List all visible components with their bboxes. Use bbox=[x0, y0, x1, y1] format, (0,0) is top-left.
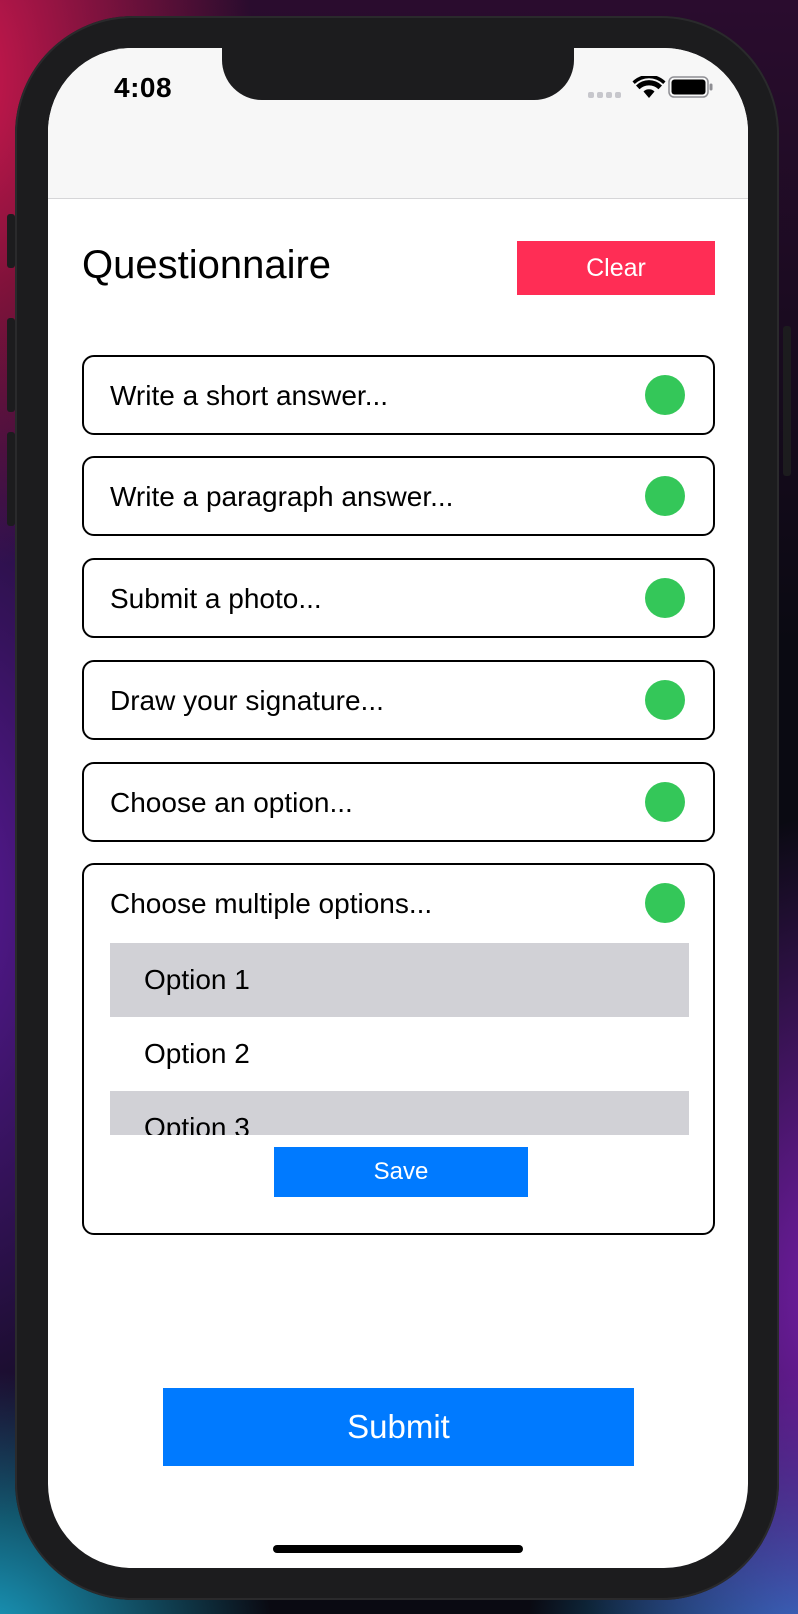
question-multiple-options: Choose multiple options... Option 1 Opti… bbox=[82, 863, 715, 1235]
question-submit-photo[interactable]: Submit a photo... bbox=[82, 558, 715, 638]
question-short-answer[interactable]: Write a short answer... bbox=[82, 355, 715, 435]
page-title: Questionnaire bbox=[82, 243, 332, 287]
home-indicator bbox=[273, 1545, 523, 1553]
question-label: Write a short answer... bbox=[110, 380, 389, 411]
battery-icon bbox=[668, 76, 713, 98]
status-time: 4:08 bbox=[114, 72, 173, 103]
option-row[interactable]: Option 3 bbox=[110, 1091, 689, 1135]
option-row[interactable]: Option 2 bbox=[110, 1017, 689, 1091]
question-label: Write a paragraph answer... bbox=[110, 481, 454, 512]
submit-button[interactable]: Submit bbox=[163, 1388, 634, 1466]
mute-switch bbox=[7, 214, 15, 268]
status-dot-icon bbox=[645, 782, 685, 822]
question-choose-option[interactable]: Choose an option... bbox=[82, 762, 715, 842]
question-label: Choose multiple options... bbox=[110, 888, 433, 919]
question-label: Choose an option... bbox=[110, 787, 353, 818]
question-paragraph-answer[interactable]: Write a paragraph answer... bbox=[82, 456, 715, 536]
status-dot-icon bbox=[645, 578, 685, 618]
option-label: Option 1 bbox=[144, 964, 250, 995]
volume-up-button bbox=[7, 318, 15, 412]
clear-button[interactable]: Clear bbox=[517, 241, 715, 295]
cellular-signal-icon bbox=[588, 92, 621, 98]
question-label: Submit a photo... bbox=[110, 583, 322, 614]
question-signature[interactable]: Draw your signature... bbox=[82, 660, 715, 740]
status-dot-icon bbox=[645, 476, 685, 516]
wifi-icon bbox=[632, 76, 666, 98]
volume-down-button bbox=[7, 432, 15, 526]
option-label: Option 3 bbox=[144, 1112, 250, 1135]
save-button[interactable]: Save bbox=[274, 1147, 528, 1197]
options-list[interactable]: Option 1 Option 2 Option 3 bbox=[110, 943, 689, 1135]
notch bbox=[222, 48, 574, 100]
option-label: Option 2 bbox=[144, 1038, 250, 1069]
status-dot-icon bbox=[645, 680, 685, 720]
status-dot-icon bbox=[645, 883, 685, 923]
app-screen: 4:08 Questionnaire Clear Write a short a… bbox=[48, 48, 748, 1568]
status-dot-icon bbox=[645, 375, 685, 415]
option-row[interactable]: Option 1 bbox=[110, 943, 689, 1017]
power-button bbox=[783, 326, 791, 476]
question-label: Draw your signature... bbox=[110, 685, 384, 716]
